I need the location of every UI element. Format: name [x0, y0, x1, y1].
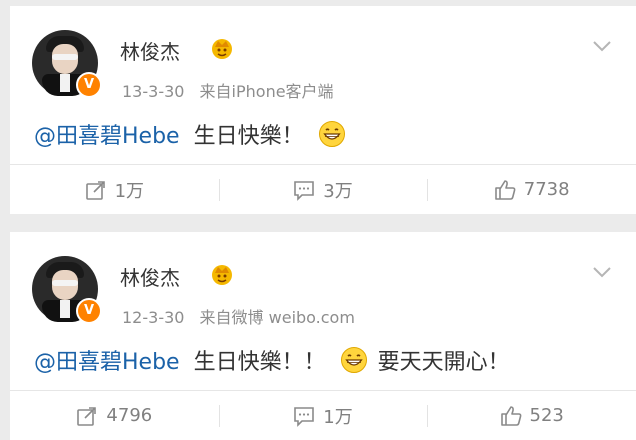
weibo-feed: V 林俊杰 13-3-30 来自iPhone客户端 @田喜碧Hebe 生日快樂！	[0, 0, 636, 440]
like-button[interactable]: 523	[427, 391, 636, 440]
repost-count: 4796	[106, 405, 153, 426]
grin-emoji-icon	[318, 121, 345, 147]
post-time[interactable]: 13-3-30	[122, 82, 184, 101]
avatar[interactable]: V	[32, 30, 102, 98]
like-button[interactable]: 7738	[427, 165, 636, 214]
like-count: 523	[529, 405, 564, 426]
post-text: 生日快樂！！	[193, 350, 326, 375]
chevron-down-icon[interactable]	[592, 266, 612, 278]
verified-badge: V	[76, 72, 102, 98]
comment-icon	[294, 180, 315, 201]
chevron-down-icon[interactable]	[592, 40, 612, 52]
author-name[interactable]: 林俊杰	[120, 36, 180, 65]
mention-link[interactable]: @田喜碧Hebe	[34, 344, 180, 376]
comment-button[interactable]: 3万	[218, 165, 428, 214]
weibo-post-card: V 林俊杰 13-3-30 来自iPhone客户端 @田喜碧Hebe 生日快樂！	[10, 6, 636, 214]
post-content: @田喜碧Hebe 生日快樂！！ 要天天開心！	[34, 344, 510, 376]
weibo-post-card: V 林俊杰 12-3-30 来自微博 weibo.com @田喜碧Hebe 生日…	[10, 232, 636, 440]
post-content: @田喜碧Hebe 生日快樂！	[34, 118, 346, 150]
mention-link[interactable]: @田喜碧Hebe	[34, 118, 180, 150]
comment-count: 3万	[323, 180, 353, 202]
comment-button[interactable]: 1万	[218, 391, 428, 440]
post-meta: 12-3-30 来自微博 weibo.com	[122, 304, 365, 328]
avatar[interactable]: V	[32, 256, 102, 324]
repost-count: 1万	[114, 180, 145, 202]
comment-icon	[294, 406, 315, 427]
post-source: 来自微博 weibo.com	[199, 308, 355, 327]
post-meta: 13-3-30 来自iPhone客户端	[122, 78, 344, 102]
crown-icon	[212, 265, 232, 285]
action-bar: 1万 3万 7738	[10, 165, 636, 214]
author-name[interactable]: 林俊杰	[120, 262, 180, 291]
grin-emoji-icon	[340, 347, 367, 373]
post-time[interactable]: 12-3-30	[122, 308, 184, 327]
like-count: 7738	[523, 179, 570, 200]
repost-icon	[77, 406, 97, 426]
thumbs-up-icon	[494, 179, 516, 200]
verified-badge: V	[76, 298, 102, 324]
repost-button[interactable]: 4796	[10, 391, 219, 440]
comment-count: 1万	[323, 406, 353, 428]
thumbs-up-icon	[500, 405, 521, 426]
action-bar: 4796 1万 523	[10, 391, 636, 440]
post-source: 来自iPhone客户端	[199, 82, 334, 101]
crown-icon	[212, 39, 232, 59]
repost-icon	[85, 180, 105, 200]
post-text-after: 要天天開心！	[377, 350, 510, 375]
post-text: 生日快樂！	[193, 124, 304, 149]
repost-button[interactable]: 1万	[10, 165, 219, 214]
